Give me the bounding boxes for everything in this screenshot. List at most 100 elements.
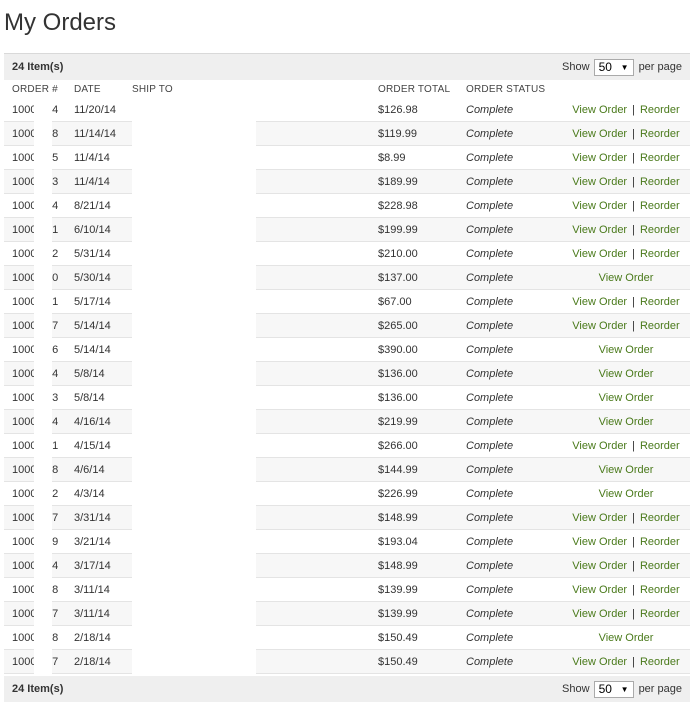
order-total: $139.99 — [378, 583, 418, 596]
order-actions: View Order | Reorder — [562, 248, 690, 260]
order-number-redaction — [34, 100, 52, 676]
reorder-link[interactable]: Reorder — [640, 152, 680, 164]
view-order-link[interactable]: View Order — [599, 464, 654, 476]
view-order-link[interactable]: View Order — [599, 392, 654, 404]
action-separator: | — [632, 511, 635, 524]
header-total: ORDER TOTAL — [378, 83, 451, 95]
order-status: Complete — [466, 439, 514, 452]
order-actions: View Order — [562, 464, 690, 476]
table-row: 1000 07 3/11/14 $139.99 Complete View Order | R… — [4, 602, 690, 626]
order-actions: View Order | Reorder — [562, 656, 690, 668]
view-order-link[interactable]: View Order — [572, 224, 627, 236]
order-actions: View Order | Reorder — [562, 320, 690, 332]
view-order-link[interactable]: View Order — [599, 416, 654, 428]
reorder-link[interactable]: Reorder — [640, 512, 680, 524]
view-order-link[interactable]: View Order — [572, 440, 627, 452]
view-order-link[interactable]: View Order — [572, 656, 627, 668]
order-status: Complete — [466, 487, 514, 500]
table-row: 1000 95 11/4/14 $8.99 Complete View Order | Reo… — [4, 146, 690, 170]
order-total: $228.98 — [378, 199, 418, 212]
reorder-link[interactable]: Reorder — [640, 104, 680, 116]
order-date: 3/11/14 — [74, 607, 110, 620]
table-row: 1000 04 5/8/14 $136.00 Complete View Order — [4, 362, 690, 386]
per-page-select[interactable]: 50 ▼ — [593, 680, 634, 698]
reorder-link[interactable]: Reorder — [640, 656, 680, 668]
order-date: 5/17/14 — [74, 295, 111, 308]
reorder-link[interactable]: Reorder — [640, 296, 680, 308]
view-order-link[interactable]: View Order — [572, 512, 627, 524]
order-total: $136.00 — [378, 367, 418, 380]
header-date: DATE — [74, 83, 101, 95]
order-actions: View Order — [562, 632, 690, 644]
reorder-link[interactable]: Reorder — [640, 128, 680, 140]
order-total: $193.04 — [378, 535, 418, 548]
order-date: 4/6/14 — [74, 463, 105, 476]
order-status: Complete — [466, 175, 514, 188]
action-separator: | — [632, 607, 635, 620]
order-actions: View Order | Reorder — [562, 440, 690, 452]
reorder-link[interactable]: Reorder — [640, 320, 680, 332]
order-status: Complete — [466, 295, 514, 308]
reorder-link[interactable]: Reorder — [640, 176, 680, 188]
order-status: Complete — [466, 535, 514, 548]
view-order-link[interactable]: View Order — [572, 248, 627, 260]
order-date: 8/21/14 — [74, 199, 111, 212]
order-status: Complete — [466, 271, 514, 284]
reorder-link[interactable]: Reorder — [640, 584, 680, 596]
order-status: Complete — [466, 415, 514, 428]
order-actions: View Order — [562, 416, 690, 428]
view-order-link[interactable]: View Order — [572, 104, 627, 116]
ship-to-redaction — [132, 100, 256, 680]
reorder-link[interactable]: Reorder — [640, 440, 680, 452]
view-order-link[interactable]: View Order — [599, 368, 654, 380]
view-order-link[interactable]: View Order — [572, 560, 627, 572]
view-order-link[interactable]: View Order — [599, 272, 654, 284]
view-order-link[interactable]: View Order — [599, 488, 654, 500]
order-date: 4/3/14 — [74, 487, 105, 500]
order-date: 3/31/14 — [74, 511, 111, 524]
view-order-link[interactable]: View Order — [599, 632, 654, 644]
order-status: Complete — [466, 127, 514, 140]
action-separator: | — [632, 655, 635, 668]
per-page-select[interactable]: 50 ▼ — [593, 58, 634, 76]
table-row: 1000 32 5/31/14 $210.00 Complete View Order | R… — [4, 242, 690, 266]
order-status: Complete — [466, 343, 514, 356]
table-row: 1000 20 5/30/14 $137.00 Complete View Order — [4, 266, 690, 290]
view-order-link[interactable]: View Order — [572, 128, 627, 140]
order-status: Complete — [466, 247, 514, 260]
order-actions: View Order | Reorder — [562, 296, 690, 308]
pager-bottom: 24 Item(s) Show 50 ▼ per page — [4, 676, 690, 702]
order-total: $199.99 — [378, 223, 418, 236]
table-row: 1000 37 2/18/14 $150.49 Complete View Order | R… — [4, 650, 690, 674]
view-order-link[interactable]: View Order — [599, 344, 654, 356]
view-order-link[interactable]: View Order — [572, 296, 627, 308]
reorder-link[interactable]: Reorder — [640, 608, 680, 620]
table-row: 1000 74 4/16/14 $219.99 Complete View Order — [4, 410, 690, 434]
order-total: $210.00 — [378, 247, 418, 260]
order-actions: View Order — [562, 344, 690, 356]
view-order-link[interactable]: View Order — [572, 320, 627, 332]
view-order-link[interactable]: View Order — [572, 200, 627, 212]
table-row: 1000 68 11/14/14 $119.99 Complete View Order |… — [4, 122, 690, 146]
order-actions: View Order | Reorder — [562, 200, 690, 212]
view-order-link[interactable]: View Order — [572, 536, 627, 548]
reorder-link[interactable]: Reorder — [640, 536, 680, 548]
order-actions: View Order | Reorder — [562, 608, 690, 620]
view-order-link[interactable]: View Order — [572, 176, 627, 188]
view-order-link[interactable]: View Order — [572, 584, 627, 596]
header-ship-to: SHIP TO — [132, 83, 173, 95]
action-separator: | — [632, 151, 635, 164]
reorder-link[interactable]: Reorder — [640, 560, 680, 572]
order-total: $226.99 — [378, 487, 418, 500]
table-row: 1000 66 5/14/14 $390.00 Complete View Order — [4, 338, 690, 362]
reorder-link[interactable]: Reorder — [640, 200, 680, 212]
view-order-link[interactable]: View Order — [572, 608, 627, 620]
view-order-link[interactable]: View Order — [572, 152, 627, 164]
per-page-label: per page — [638, 683, 682, 695]
reorder-link[interactable]: Reorder — [640, 224, 680, 236]
table-row: 1000 01 5/17/14 $67.00 Complete View Order | Re… — [4, 290, 690, 314]
table-row: 1000 67 5/14/14 $265.00 Complete View Order | R… — [4, 314, 690, 338]
order-date: 4/15/14 — [74, 439, 111, 452]
reorder-link[interactable]: Reorder — [640, 248, 680, 260]
order-total: $136.00 — [378, 391, 418, 404]
